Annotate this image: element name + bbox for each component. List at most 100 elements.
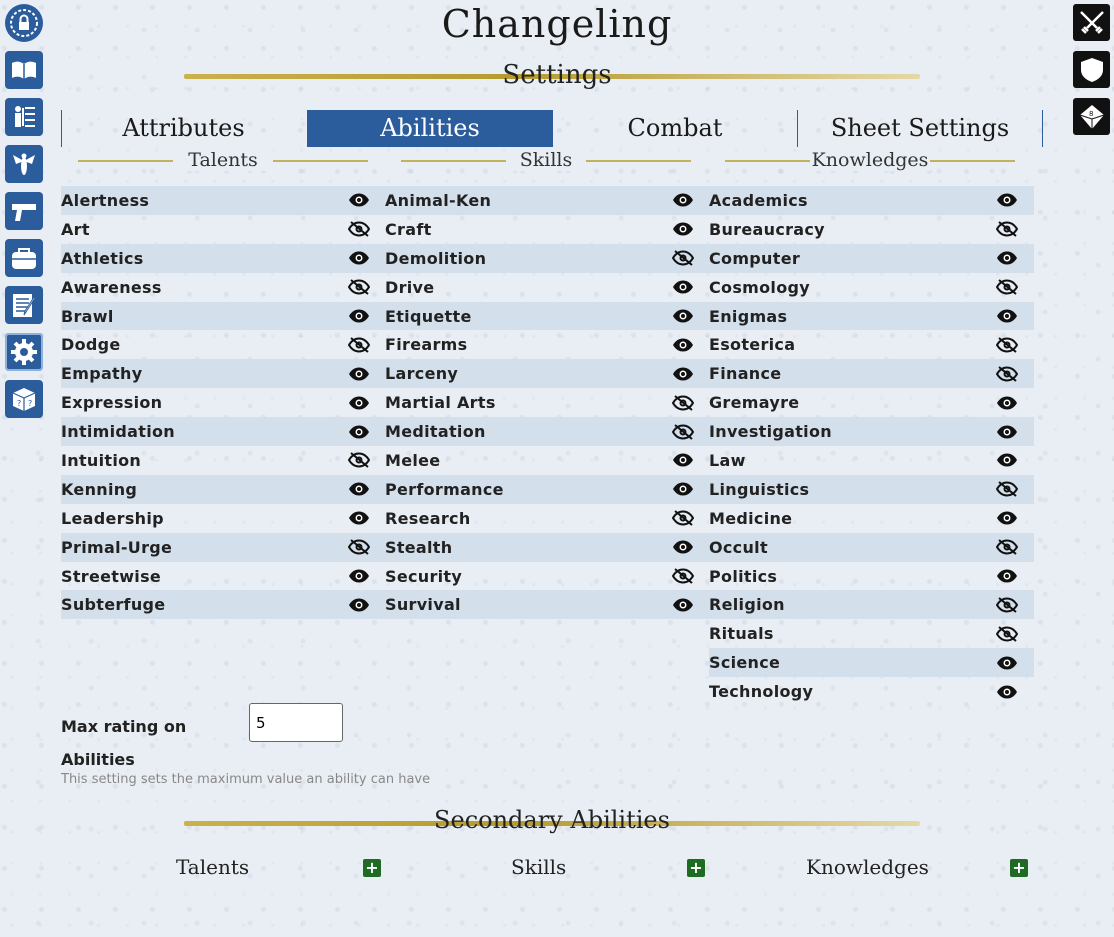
eye-icon[interactable] bbox=[996, 655, 1018, 671]
eye-icon[interactable] bbox=[348, 192, 370, 208]
eye-icon[interactable] bbox=[996, 684, 1018, 700]
eye-icon[interactable] bbox=[348, 510, 370, 526]
dice-question-button[interactable]: ?? bbox=[5, 380, 43, 418]
ability-row: Security bbox=[385, 562, 710, 591]
ability-row: Brawl bbox=[61, 301, 386, 331]
ability-label: Animal-Ken bbox=[385, 190, 492, 210]
settings-button[interactable] bbox=[5, 333, 43, 371]
ability-label: Religion bbox=[709, 595, 785, 615]
ability-row: Meditation bbox=[385, 417, 710, 447]
ability-label: Rituals bbox=[709, 624, 774, 644]
eye-icon[interactable] bbox=[348, 250, 370, 266]
bag-icon bbox=[12, 248, 36, 269]
roll-button[interactable]: 8 bbox=[1073, 98, 1110, 135]
eye-slash-icon[interactable] bbox=[347, 337, 371, 353]
eye-slash-icon[interactable] bbox=[995, 597, 1019, 613]
add-secondary-skill-button[interactable]: + bbox=[687, 859, 705, 877]
eye-slash-icon[interactable] bbox=[347, 452, 371, 469]
ability-label: Enigmas bbox=[709, 306, 788, 326]
left-toolbar: ?? bbox=[5, 4, 45, 427]
eye-icon[interactable] bbox=[348, 366, 370, 382]
ability-label: Technology bbox=[709, 682, 814, 702]
ability-label: Investigation bbox=[709, 422, 832, 442]
settings-heading: Settings bbox=[502, 60, 612, 90]
knowledges-list: Academics Bureaucracy Computer Cosmology Eni… bbox=[709, 186, 1034, 706]
eye-slash-icon[interactable] bbox=[995, 539, 1019, 555]
add-secondary-talent-button[interactable]: + bbox=[363, 859, 381, 877]
book-button[interactable] bbox=[5, 51, 43, 89]
eye-icon[interactable] bbox=[672, 539, 694, 555]
eye-icon[interactable] bbox=[672, 366, 694, 382]
ability-label: Larceny bbox=[385, 364, 459, 384]
eye-slash-icon[interactable] bbox=[671, 423, 695, 440]
eye-icon[interactable] bbox=[672, 597, 694, 613]
ability-label: Streetwise bbox=[61, 566, 162, 586]
eye-icon[interactable] bbox=[996, 510, 1018, 526]
eye-icon[interactable] bbox=[672, 221, 694, 237]
eye-icon[interactable] bbox=[348, 481, 370, 497]
max-rating-input[interactable] bbox=[249, 703, 343, 742]
eye-slash-icon[interactable] bbox=[995, 481, 1019, 498]
ability-row: Intimidation bbox=[61, 417, 386, 447]
eye-slash-icon[interactable] bbox=[347, 279, 371, 295]
tree-button[interactable] bbox=[5, 98, 43, 136]
eye-icon[interactable] bbox=[348, 395, 370, 411]
eye-icon[interactable] bbox=[996, 395, 1018, 411]
eye-slash-icon[interactable] bbox=[995, 337, 1019, 353]
ability-row: Investigation bbox=[709, 417, 1034, 447]
wasp-button[interactable] bbox=[5, 145, 43, 183]
tab-abilities[interactable]: Abilities bbox=[307, 110, 553, 147]
eye-slash-icon[interactable] bbox=[671, 510, 695, 527]
ability-label: Cosmology bbox=[709, 277, 810, 297]
tree-icon bbox=[15, 106, 35, 127]
bag-button[interactable] bbox=[5, 239, 43, 277]
defense-button[interactable] bbox=[1073, 51, 1110, 88]
settings-tabs: Attributes Abilities Combat Sheet Settin… bbox=[61, 110, 1043, 148]
eye-slash-icon[interactable] bbox=[347, 539, 371, 555]
eye-icon[interactable] bbox=[672, 481, 694, 497]
ability-row: Craft bbox=[385, 215, 710, 244]
tab-combat[interactable]: Combat bbox=[553, 110, 797, 147]
eye-icon[interactable] bbox=[996, 192, 1018, 208]
ability-row: Performance bbox=[385, 474, 710, 504]
d10-dice-icon: 8 bbox=[1079, 104, 1104, 129]
ability-row: Alertness bbox=[61, 186, 386, 215]
eye-icon[interactable] bbox=[672, 337, 694, 353]
eye-slash-icon[interactable] bbox=[995, 221, 1019, 238]
eye-icon[interactable] bbox=[996, 308, 1018, 324]
eye-icon[interactable] bbox=[348, 308, 370, 324]
ability-row: Computer bbox=[709, 243, 1034, 273]
eye-slash-icon[interactable] bbox=[995, 366, 1019, 382]
ability-row: Gremayre bbox=[709, 388, 1034, 417]
tab-attributes[interactable]: Attributes bbox=[61, 110, 306, 147]
eye-icon[interactable] bbox=[996, 452, 1018, 468]
eye-icon[interactable] bbox=[996, 424, 1018, 440]
eye-icon[interactable] bbox=[672, 308, 694, 324]
eye-slash-icon[interactable] bbox=[671, 394, 695, 411]
eye-icon[interactable] bbox=[672, 192, 694, 208]
eye-icon[interactable] bbox=[348, 424, 370, 440]
eye-slash-icon[interactable] bbox=[347, 221, 371, 238]
ability-label: Drive bbox=[385, 277, 435, 297]
pistol-button[interactable] bbox=[5, 192, 43, 230]
ability-label: Medicine bbox=[709, 508, 793, 528]
eye-icon[interactable] bbox=[672, 279, 694, 295]
eye-slash-icon[interactable] bbox=[995, 279, 1019, 295]
secondary-skills-label: Skills bbox=[511, 855, 567, 879]
ability-label: Expression bbox=[61, 393, 163, 413]
add-secondary-knowledge-button[interactable]: + bbox=[1010, 859, 1028, 877]
notes-button[interactable] bbox=[5, 286, 43, 324]
ability-row: Academics bbox=[709, 186, 1034, 215]
eye-icon[interactable] bbox=[348, 597, 370, 613]
eye-slash-icon[interactable] bbox=[671, 568, 695, 584]
eye-slash-icon[interactable] bbox=[995, 626, 1019, 642]
eye-icon[interactable] bbox=[348, 568, 370, 584]
eye-icon[interactable] bbox=[672, 452, 694, 468]
ability-label: Empathy bbox=[61, 364, 143, 384]
max-rating-hint: This setting sets the maximum value an a… bbox=[61, 772, 431, 787]
eye-icon[interactable] bbox=[996, 568, 1018, 584]
tab-sheet-settings[interactable]: Sheet Settings bbox=[798, 110, 1042, 147]
ability-label: Art bbox=[61, 219, 90, 239]
eye-slash-icon[interactable] bbox=[671, 250, 695, 266]
eye-icon[interactable] bbox=[996, 250, 1018, 266]
